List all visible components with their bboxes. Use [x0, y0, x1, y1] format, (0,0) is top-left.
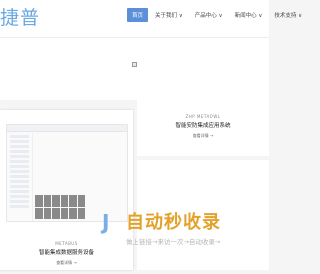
- watermark-logo-icon: J: [102, 210, 110, 234]
- product-title: 智能集成数据服务设备: [38, 250, 94, 256]
- nav-news[interactable]: 新闻中心 ∨: [230, 8, 268, 22]
- product-title: 智能安防集成应用系统: [175, 123, 231, 129]
- site-logo[interactable]: 捷普: [0, 3, 40, 30]
- product-section: ZHP METAOWL 智能安防集成应用系统 查看详情 → METABUS 智能…: [0, 100, 269, 274]
- banner-area: [0, 38, 269, 100]
- broken-image-icon: [132, 62, 137, 67]
- nav-support[interactable]: 技术支持 ∨: [269, 8, 307, 22]
- main-nav: 首页 关于我们 ∨ 产品中心 ∨ 新闻中心 ∨ 技术支持 ∨: [127, 8, 309, 22]
- product-card-metaowl[interactable]: ZHP METAOWL 智能安防集成应用系统 查看详情 →: [137, 100, 269, 156]
- view-details-link[interactable]: 查看详情 →: [137, 133, 269, 139]
- nav-about[interactable]: 关于我们 ∨: [150, 8, 188, 22]
- nav-products[interactable]: 产品中心 ∨: [190, 8, 228, 22]
- screenshot-toolbar: [7, 125, 127, 132]
- product-subtitle: METABUS: [55, 241, 78, 246]
- screenshot-sidebar: [7, 133, 33, 221]
- site-header: 捷普 首页 关于我们 ∨ 产品中心 ∨ 新闻中心 ∨ 技术支持 ∨: [0, 0, 302, 38]
- product-subtitle: ZHP METAOWL: [185, 114, 221, 119]
- watermark-overlay: 自动秒收录 做上链接→来访一次→自动收录→: [126, 208, 221, 246]
- product-screenshot: [6, 124, 128, 222]
- product-card-metabus[interactable]: METABUS 智能集成数据服务设备 查看详情 →: [0, 110, 133, 270]
- screenshot-thumbnails: [35, 195, 85, 219]
- watermark-title: 自动秒收录: [126, 212, 221, 233]
- nav-home[interactable]: 首页: [127, 8, 149, 22]
- watermark-subtitle: 做上链接→来访一次→自动收录→: [126, 238, 221, 246]
- view-details-link[interactable]: 查看详情 →: [0, 260, 133, 266]
